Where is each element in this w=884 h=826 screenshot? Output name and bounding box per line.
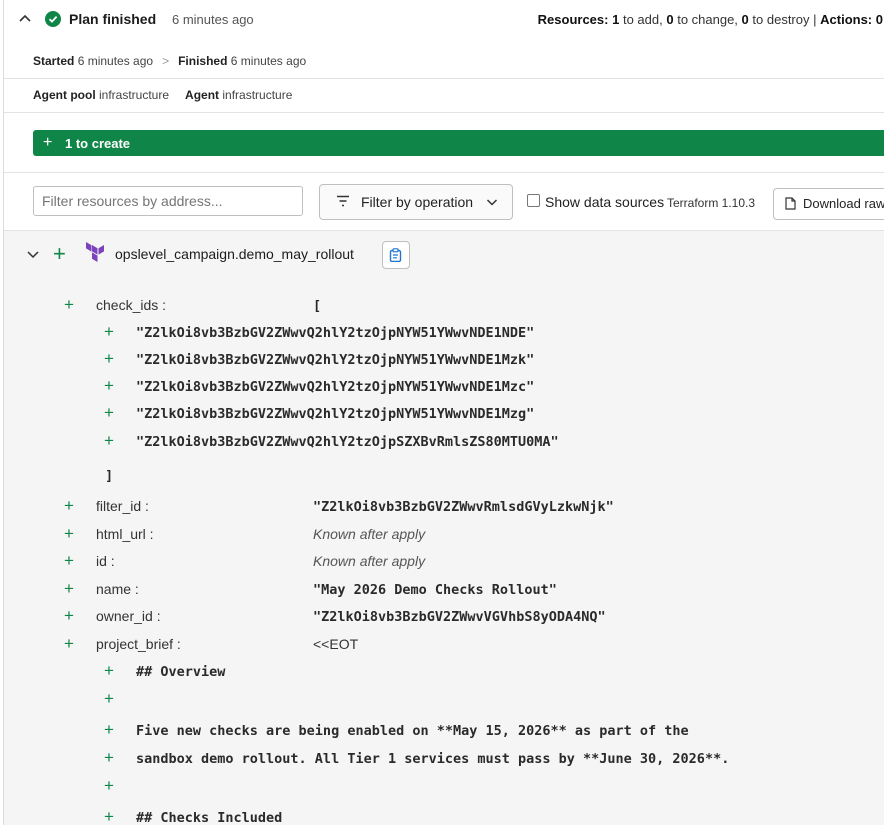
filter-by-operation-label: Filter by operation: [361, 194, 474, 210]
attribute-value-filter-id: "Z2lkOi8vb3BzbGV2ZWwvRmlsdGVyLzkwNjk": [313, 499, 614, 515]
attribute-plus-icon: +: [64, 634, 74, 653]
download-raw-label: Download raw: [803, 196, 884, 211]
chevron-down-icon: [486, 199, 498, 206]
show-data-sources-label[interactable]: Show data sources: [545, 194, 664, 210]
list-open-bracket: [: [313, 298, 322, 314]
attribute-key-check-ids: check_ids :: [96, 297, 167, 313]
create-plus-icon: +: [53, 241, 66, 266]
item-plus-icon: +: [104, 807, 114, 826]
list-close-bracket: ]: [105, 468, 114, 484]
chevron-down-icon[interactable]: [26, 247, 40, 261]
document-icon: [785, 197, 796, 210]
divider: [4, 112, 884, 113]
item-plus-icon: +: [104, 431, 114, 450]
divider: [4, 78, 884, 79]
divider: [4, 172, 884, 173]
attribute-plus-icon: +: [64, 524, 74, 543]
check-id-item: "Z2lkOi8vb3BzbGV2ZWwvQ2hlY2tzOjpNYW51YWw…: [136, 406, 535, 422]
terraform-logo-icon: [86, 242, 104, 262]
attribute-key-owner-id: owner_id :: [96, 608, 161, 624]
plan-status: Plan finished: [69, 11, 157, 27]
check-id-item: "Z2lkOi8vb3BzbGV2ZWwvQ2hlY2tzOjpNYW51YWw…: [136, 352, 535, 368]
brief-line: sandbox demo rollout. All Tier 1 service…: [136, 751, 730, 767]
clipboard-icon: [389, 248, 402, 262]
attribute-plus-icon: +: [64, 606, 74, 625]
filter-by-operation-dropdown[interactable]: Filter by operation: [319, 184, 513, 220]
attribute-value-owner-id: "Z2lkOi8vb3BzbGV2ZWwvVGVhbS8yODA4NQ": [313, 609, 606, 625]
plan-timing: Started 6 minutes ago > Finished 6 minutes…: [33, 54, 307, 68]
check-id-item: "Z2lkOi8vb3BzbGV2ZWwvQ2hlY2tzOjpNYW51YWw…: [136, 379, 535, 395]
check-id-item: "Z2lkOi8vb3BzbGV2ZWwvQ2hlY2tzOjpNYW51YWw…: [136, 325, 535, 341]
attribute-value-name: "May 2026 Demo Checks Rollout": [313, 582, 557, 598]
filter-icon: [337, 195, 349, 207]
attribute-value-project-brief: <<EOT: [313, 636, 359, 652]
plan-panel: Plan finished 6 minutes ago Resources: 1…: [3, 0, 884, 826]
item-plus-icon: +: [104, 661, 114, 680]
create-summary-bar[interactable]: + 1 to create: [33, 130, 884, 156]
attribute-key-id: id :: [96, 553, 115, 569]
plan-header[interactable]: Plan finished 6 minutes ago Resources: 1…: [4, 0, 884, 38]
chevron-up-icon[interactable]: [17, 11, 33, 27]
filter-resources-input[interactable]: [33, 186, 303, 216]
terraform-version: Terraform 1.10.3: [667, 196, 756, 210]
item-plus-icon: +: [104, 349, 114, 368]
plan-status-time: 6 minutes ago: [172, 12, 254, 27]
download-raw-button[interactable]: Download raw: [773, 188, 884, 220]
attribute-plus-icon: +: [64, 295, 74, 314]
item-plus-icon: +: [104, 776, 114, 795]
attribute-plus-icon: +: [64, 496, 74, 515]
create-summary-label: 1 to create: [65, 136, 131, 151]
resource-address: opslevel_campaign.demo_may_rollout: [115, 246, 354, 262]
item-plus-icon: +: [104, 376, 114, 395]
brief-line: Five new checks are being enabled on **M…: [136, 723, 689, 739]
copy-address-button[interactable]: [382, 241, 410, 269]
item-plus-icon: +: [104, 403, 114, 422]
item-plus-icon: +: [104, 720, 114, 739]
brief-line: ## Checks Included: [136, 810, 283, 826]
plus-icon: +: [43, 134, 53, 151]
attribute-value-html-url: Known after apply: [313, 526, 426, 542]
attribute-plus-icon: +: [64, 551, 74, 570]
brief-line: ## Overview: [136, 664, 226, 680]
item-plus-icon: +: [104, 748, 114, 767]
check-circle-icon: [45, 11, 61, 27]
item-plus-icon: +: [104, 689, 114, 708]
show-data-sources-checkbox[interactable]: [527, 194, 540, 207]
attribute-key-name: name :: [96, 581, 139, 597]
attribute-plus-icon: +: [64, 579, 74, 598]
agent-info: Agent pool infrastructure Agent infrastru…: [33, 88, 293, 102]
attribute-key-project-brief: project_brief :: [96, 636, 181, 652]
check-id-item: "Z2lkOi8vb3BzbGV2ZWwvQ2hlY2tzOjpSZXBvRml…: [136, 434, 559, 450]
attribute-value-id: Known after apply: [313, 553, 426, 569]
attribute-key-html-url: html_url :: [96, 526, 154, 542]
attribute-key-filter-id: filter_id :: [96, 498, 149, 514]
item-plus-icon: +: [104, 322, 114, 341]
resources-summary: Resources: 1 to add, 0 to change, 0 to d…: [537, 12, 883, 27]
